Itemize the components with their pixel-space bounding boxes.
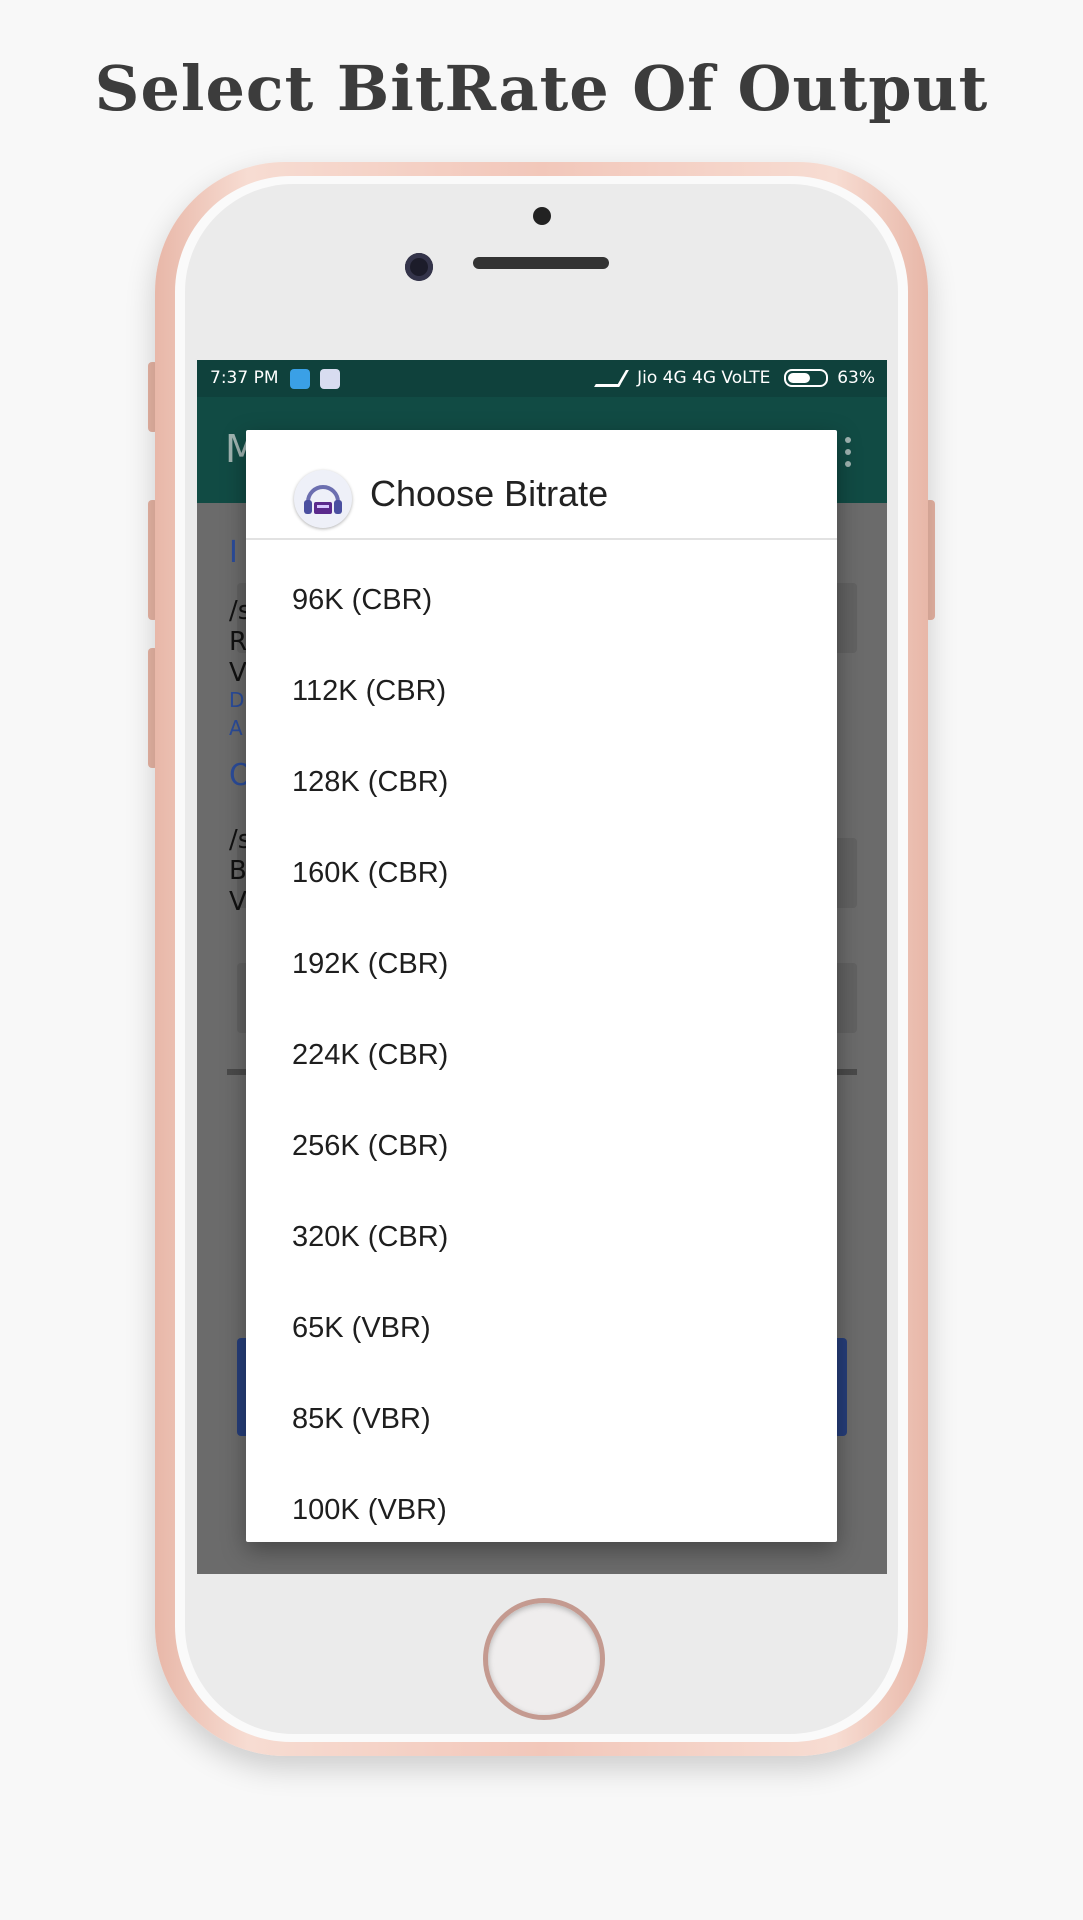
- bitrate-option[interactable]: 160K (CBR): [246, 828, 837, 918]
- dialog-title: Choose Bitrate: [370, 473, 609, 514]
- bitrate-option[interactable]: 320K (CBR): [246, 1192, 837, 1282]
- input-section-heading: I: [229, 535, 238, 570]
- earpiece-speaker: [473, 257, 609, 269]
- bitrate-option[interactable]: 100K (VBR): [246, 1465, 837, 1542]
- bitrate-option[interactable]: 85K (VBR): [246, 1374, 837, 1464]
- output-bitrate-line: B: [229, 856, 247, 886]
- music-converter-app-icon: [294, 470, 352, 528]
- bitrate-list: 96K (CBR) 112K (CBR) 128K (CBR) 160K (CB…: [246, 540, 837, 1542]
- bitrate-option[interactable]: 224K (CBR): [246, 1010, 837, 1100]
- overflow-menu-icon[interactable]: [845, 437, 851, 473]
- proximity-sensor: [533, 207, 551, 225]
- input-value-line: V: [229, 658, 247, 688]
- home-button[interactable]: [483, 1598, 605, 1720]
- phone-screen: 7:37 PM Jio 4G 4G VoLTE 63% M I /s R V D…: [197, 360, 887, 1574]
- choose-bitrate-dialog: Choose Bitrate 96K (CBR) 112K (CBR) 128K…: [246, 430, 837, 1542]
- front-camera: [405, 253, 433, 281]
- bitrate-option[interactable]: 192K (CBR): [246, 919, 837, 1009]
- bitrate-option[interactable]: 65K (VBR): [246, 1283, 837, 1373]
- output-value-line: V: [229, 887, 247, 917]
- battery-percent: 63%: [837, 368, 875, 388]
- app-notification-icon: [320, 369, 340, 389]
- bitrate-option[interactable]: 256K (CBR): [246, 1101, 837, 1191]
- input-link-2[interactable]: A: [229, 716, 243, 740]
- input-rate-line: R: [229, 627, 248, 657]
- status-bar: 7:37 PM Jio 4G 4G VoLTE 63%: [197, 360, 887, 397]
- input-link-1[interactable]: D: [229, 688, 244, 712]
- bitrate-option[interactable]: 96K (CBR): [246, 555, 837, 645]
- dialog-header: Choose Bitrate: [246, 430, 837, 540]
- bitrate-option[interactable]: 128K (CBR): [246, 737, 837, 827]
- page-headline: Select BitRate Of Output: [94, 52, 989, 125]
- bitrate-option[interactable]: 112K (CBR): [246, 646, 837, 736]
- battery-icon: [783, 369, 828, 387]
- status-time: 7:37 PM: [210, 368, 279, 388]
- network-text: Jio 4G 4G VoLTE: [637, 368, 771, 388]
- shield-notification-icon: [290, 369, 310, 389]
- status-right: Jio 4G 4G VoLTE 63%: [593, 360, 875, 397]
- signal-icon: [593, 369, 629, 387]
